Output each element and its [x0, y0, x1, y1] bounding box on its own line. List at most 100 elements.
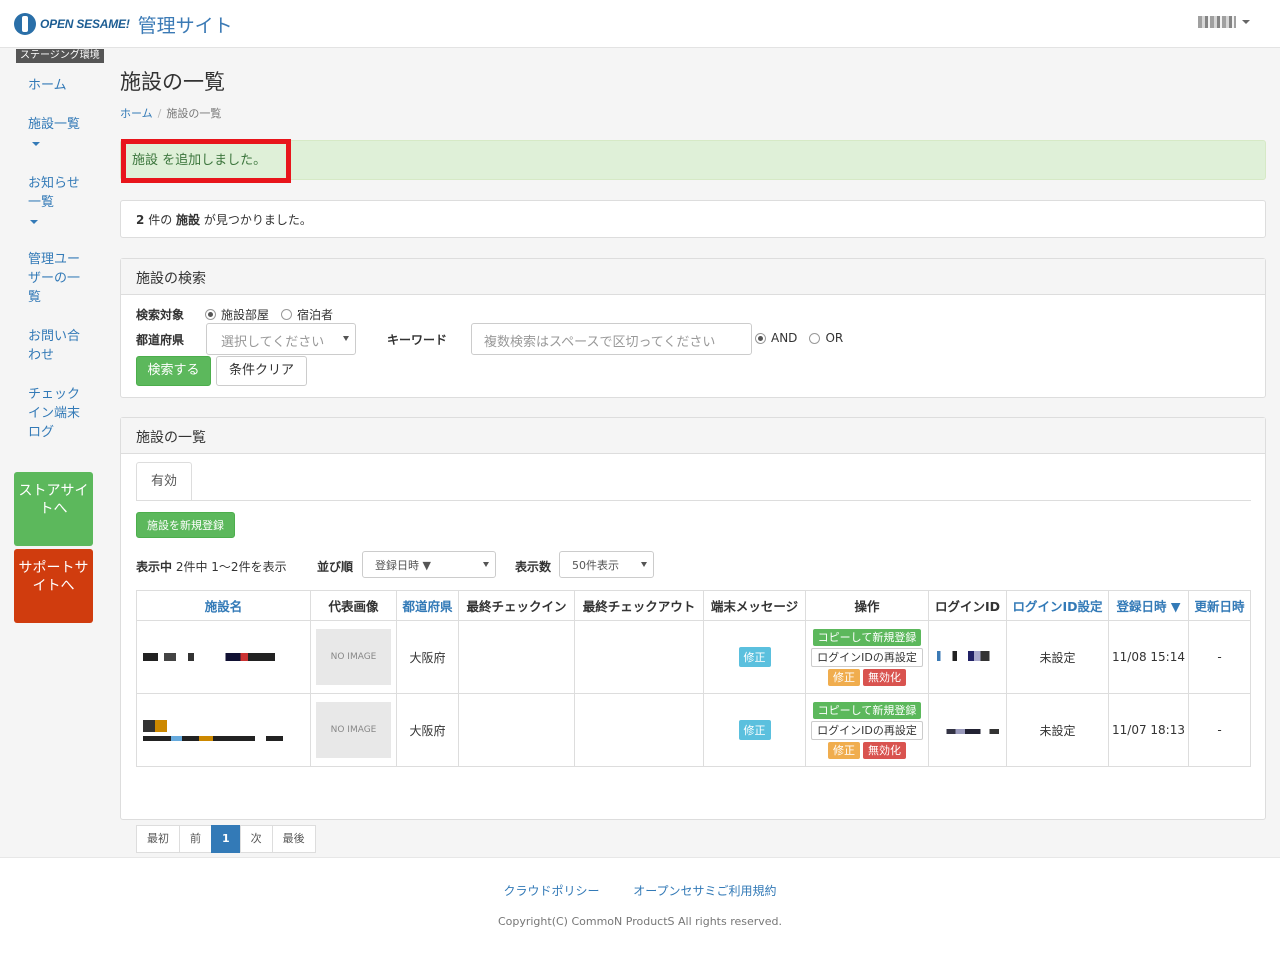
search-target-label: 検索対象 [136, 308, 185, 322]
search-panel-heading: 施設の検索 [121, 259, 1265, 295]
col-prefecture[interactable]: 都道府県 [396, 590, 459, 621]
per-page-select-value: 50件表示 [572, 559, 619, 572]
sidebar-item-facilities[interactable]: 施設一覧 [28, 115, 88, 153]
facility-name-masked[interactable] [136, 620, 311, 694]
col-image: 代表画像 [310, 590, 397, 621]
support-site-button[interactable]: サポートサイトへ [14, 549, 93, 623]
site-title: 管理サイト [137, 14, 233, 37]
prefecture-select-placeholder: 選択してください [221, 335, 325, 350]
table-row: NO IMAGE 大阪府 修正 コピーして新規登録 ログインIDの再設定 修正 … [136, 620, 1251, 694]
search-button[interactable]: 検索する [136, 356, 211, 386]
user-menu[interactable] [1198, 16, 1250, 28]
sidebar-item-inquiries[interactable]: お問い合わせ [28, 327, 88, 365]
keyword-input[interactable]: 複数検索はスペースで区切ってください [471, 323, 752, 355]
sort-select[interactable]: 登録日時 ▼ [362, 551, 496, 578]
col-login-id-setting[interactable]: ログインID設定 [1006, 590, 1109, 621]
facility-name-masked[interactable] [136, 693, 311, 767]
facility-image: NO IMAGE [310, 620, 397, 694]
col-facility-name[interactable]: 施設名 [136, 590, 311, 621]
pagination: 最初 前 1 次 最後 [136, 825, 316, 853]
page-prev[interactable]: 前 [179, 825, 212, 853]
success-alert: 施設 を追加しました。 [120, 139, 1266, 183]
clear-conditions-button[interactable]: 条件クリア [216, 356, 307, 386]
new-facility-button[interactable]: 施設を新規登録 [136, 512, 235, 538]
edit-button[interactable]: 修正 [828, 741, 860, 759]
facility-image: NO IMAGE [310, 693, 397, 767]
last-checkout-cell [574, 693, 704, 767]
result-count-entity: 施設 [176, 213, 201, 227]
login-id-setting-cell: 未設定 [1006, 693, 1109, 767]
caret-down-icon [30, 219, 38, 224]
radio-or[interactable] [809, 332, 821, 344]
disable-button[interactable]: 無効化 [863, 668, 906, 686]
page-next[interactable]: 次 [239, 825, 273, 853]
alert-message: 施設 を追加しました。 [132, 153, 267, 168]
radio-guest[interactable] [281, 309, 293, 320]
facility-list-panel: 施設の一覧 有効 施設を新規登録 表示中 2件中 1〜2件を表示 並び順 登録日… [120, 417, 1266, 853]
tab-divider [136, 500, 1251, 501]
cloud-policy-link[interactable]: クラウドポリシー [503, 884, 599, 898]
sidebar-item-notices[interactable]: お知らせ一覧 [28, 174, 88, 231]
sidebar-item-home[interactable]: ホーム [28, 76, 88, 95]
showing-info: 表示中 2件中 1〜2件を表示 [136, 558, 287, 575]
edit-button[interactable]: 修正 [828, 668, 860, 686]
brand-logo-icon [14, 13, 36, 35]
login-id-masked [928, 693, 1007, 767]
terminal-message-edit-button[interactable]: 修正 [738, 647, 771, 667]
radio-and[interactable] [755, 332, 766, 344]
page-last[interactable]: 最後 [271, 825, 316, 853]
top-navbar: OPEN SESAME! 管理サイト [0, 0, 1280, 48]
brand[interactable]: OPEN SESAME! 管理サイト [14, 10, 233, 38]
radio-or-label: OR [825, 331, 844, 345]
col-terminal-message: 端末メッセージ [703, 590, 806, 621]
updated-cell: - [1188, 693, 1251, 767]
tab-active[interactable]: 有効 [136, 462, 192, 500]
col-last-checkout: 最終チェックアウト [574, 590, 704, 621]
copy-new-button[interactable]: コピーして新規登録 [812, 701, 922, 719]
per-page-select[interactable]: 50件表示 [559, 551, 654, 578]
terminal-message-edit-button[interactable]: 修正 [738, 720, 771, 740]
last-checkin-cell [458, 693, 575, 767]
copy-new-button[interactable]: コピーして新規登録 [812, 628, 922, 646]
col-registered[interactable]: 登録日時 ▼ [1108, 590, 1189, 621]
reset-login-id-button[interactable]: ログインIDの再設定 [811, 647, 923, 667]
select-arrow-icon [641, 562, 647, 567]
search-target-radios: 施設部屋 宿泊者 [205, 306, 345, 323]
user-name-masked [1198, 16, 1236, 28]
prefecture-cell: 大阪府 [396, 620, 459, 694]
radio-facility-room-label: 施設部屋 [221, 308, 270, 322]
select-arrow-icon [343, 336, 349, 341]
table-row: NO IMAGE 大阪府 修正 コピーして新規登録 ログインIDの再設定 修正 … [136, 693, 1251, 767]
terminal-message-cell: 修正 [703, 620, 806, 694]
page-current[interactable]: 1 [211, 825, 241, 853]
reset-login-id-button[interactable]: ログインIDの再設定 [811, 720, 923, 740]
store-site-button[interactable]: ストアサイトへ [14, 472, 93, 546]
terms-link[interactable]: オープンセサミご利用規約 [633, 884, 776, 898]
showing-text: 2件中 1〜2件を表示 [175, 560, 287, 574]
radio-facility-room[interactable] [205, 309, 216, 320]
sidebar-item-admin-users[interactable]: 管理ユーザーの一覧 [28, 250, 88, 307]
select-arrow-icon [483, 562, 489, 567]
result-count-suffix: が見つかりました。 [203, 213, 312, 227]
sidebar: ステージング環境 ホーム 施設一覧 お知らせ一覧 管理ユーザーの一覧 お問い合わ… [0, 48, 108, 858]
disable-button[interactable]: 無効化 [863, 741, 906, 759]
table-header-row: 施設名 代表画像 都道府県 最終チェックイン 最終チェックアウト 端末メッセージ… [136, 590, 1251, 621]
sidebar-item-checkin-log[interactable]: チェックイン端末ログ [28, 385, 88, 442]
breadcrumb-home[interactable]: ホーム [120, 107, 153, 120]
prefecture-label: 都道府県 [136, 333, 185, 347]
copyright: Copyright(C) CommoN ProductS All rights … [497, 915, 783, 928]
registered-cell: 11/08 15:14 [1108, 620, 1189, 694]
login-id-setting-cell: 未設定 [1006, 620, 1109, 694]
col-updated[interactable]: 更新日時 [1188, 590, 1251, 621]
operations-cell: コピーして新規登録 ログインIDの再設定 修正 無効化 [805, 620, 929, 694]
footer: クラウドポリシー オープンセサミご利用規約 Copyright(C) Commo… [0, 857, 1280, 958]
result-count: 2 件の 施設 が見つかりました。 [120, 200, 1266, 238]
page-first[interactable]: 最初 [136, 825, 180, 853]
sidebar-item-label: 施設一覧 [28, 117, 81, 132]
radio-and-label: AND [771, 331, 798, 345]
list-panel-heading: 施設の一覧 [121, 418, 1265, 454]
per-page-label: 表示数 [515, 560, 552, 574]
brand-text: OPEN SESAME! [40, 17, 130, 31]
last-checkin-cell [458, 620, 575, 694]
prefecture-select[interactable]: 選択してください [206, 323, 356, 355]
